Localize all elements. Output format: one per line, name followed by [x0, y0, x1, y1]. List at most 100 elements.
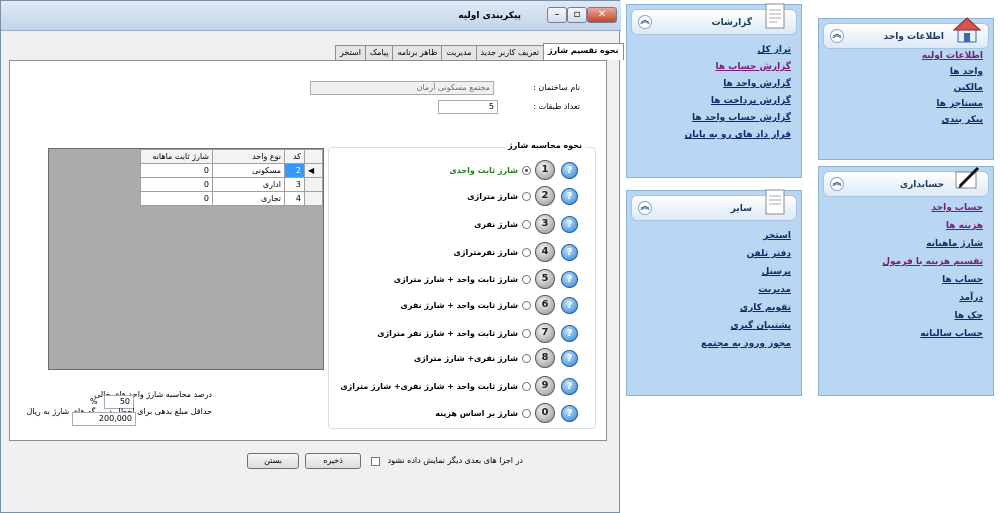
- option-radio[interactable]: [522, 274, 531, 284]
- other-panel-title: سایر: [730, 204, 752, 214]
- accounting-panel-header[interactable]: حسابداری ︽: [823, 166, 989, 197]
- option-radio[interactable]: [522, 191, 531, 201]
- unit-info-panel-header[interactable]: اطلاعات واحد ︽: [823, 17, 989, 49]
- option-number-badge: 8: [535, 348, 555, 368]
- tab-new-user[interactable]: تعریف کاربر جدید: [475, 45, 544, 60]
- charge-option-3[interactable]: ? 3 شارژ نفری: [474, 213, 578, 235]
- nav-link[interactable]: مالکین: [954, 83, 983, 93]
- nav-link[interactable]: مستاجر ها: [936, 99, 983, 109]
- option-label: شارژ ثابت واحدی: [449, 165, 518, 175]
- nav-link[interactable]: چک ها: [955, 311, 983, 321]
- nav-link[interactable]: گزارش پرداخت ها: [711, 96, 791, 106]
- option-label: شارژ ثابت واحد + شارژ نفری: [400, 300, 518, 310]
- reports-panel: گزارشات ︽ تراز کل گزارش حساب ها گزارش واحد…: [626, 3, 802, 178]
- option-radio[interactable]: [522, 353, 531, 363]
- close-window-button[interactable]: ✕: [587, 7, 617, 23]
- nav-link[interactable]: هزینه ها: [946, 221, 983, 231]
- option-label: شارژ بر اساس هزینه: [435, 408, 518, 418]
- nav-link[interactable]: گزارش واحد ها: [723, 79, 791, 89]
- minimize-button[interactable]: –: [547, 7, 567, 23]
- help-icon[interactable]: ?: [561, 187, 578, 205]
- nav-link[interactable]: قرار داد های رو به پایان: [685, 130, 791, 140]
- option-number-badge: 3: [535, 214, 555, 234]
- option-number-badge: 4: [535, 242, 555, 262]
- option-label: شارژ نفرمتراژی: [453, 247, 518, 257]
- tab-sms[interactable]: پیامک: [364, 45, 394, 60]
- help-icon[interactable]: ?: [561, 377, 578, 395]
- charge-option-4[interactable]: ? 4 شارژ نفرمتراژی: [454, 241, 578, 263]
- reports-panel-title: گزارشات: [711, 18, 752, 28]
- nav-link[interactable]: شارژ ماهیانه: [926, 239, 983, 249]
- tab-appearance[interactable]: ظاهر برنامه: [392, 45, 443, 60]
- nav-link[interactable]: واحد ها: [950, 67, 983, 77]
- nav-link[interactable]: پرسنل: [761, 267, 791, 277]
- collapse-chevron-icon[interactable]: ︽: [638, 201, 652, 215]
- charge-option-8[interactable]: ? 8 شارژ نفری+ شارژ متراژی: [414, 347, 578, 369]
- reports-panel-header[interactable]: گزارشات ︽: [631, 3, 797, 35]
- nav-link[interactable]: دفتر تلفن: [746, 249, 791, 259]
- help-icon[interactable]: ?: [561, 270, 578, 288]
- option-label: شارژ ثابت واحد + شارژ نفری+ شارژ متراژی: [340, 381, 518, 391]
- nav-link[interactable]: اطلاعات اولیه: [922, 51, 983, 61]
- tab-pool[interactable]: استخر: [335, 45, 366, 60]
- close-button[interactable]: بستن: [247, 453, 299, 469]
- charge-option-1[interactable]: ? 1 شارژ ثابت واحدی: [449, 159, 578, 181]
- collapse-chevron-icon[interactable]: ︽: [638, 15, 652, 29]
- collapse-chevron-icon[interactable]: ︽: [830, 177, 844, 191]
- nav-link[interactable]: حساب واحد: [931, 203, 983, 213]
- help-icon[interactable]: ?: [561, 296, 578, 314]
- home-icon: [952, 17, 982, 43]
- tab-charge-division[interactable]: نحوه تقسیم شارژ: [542, 43, 624, 60]
- report-document-icon: [765, 3, 785, 29]
- dont-show-checkbox[interactable]: [371, 457, 380, 466]
- charge-option-9[interactable]: ? 9 شارژ ثابت واحد + شارژ نفری+ شارژ متراژ…: [340, 375, 578, 397]
- option-radio[interactable]: [522, 219, 531, 229]
- nav-link[interactable]: مجوز ورود به مجتمع: [701, 339, 791, 349]
- option-label: شارژ ثابت واحد + شارژ متراژی: [393, 274, 518, 284]
- help-icon[interactable]: ?: [561, 324, 578, 342]
- option-radio[interactable]: [522, 165, 531, 175]
- charge-option-7[interactable]: ? 7 شارژ ثابت واحد + شارژ نفر متراژی: [377, 322, 578, 344]
- nav-link[interactable]: پشتیبان گیری: [730, 321, 791, 331]
- option-number-badge: 6: [535, 295, 555, 315]
- maximize-button[interactable]: ▫: [567, 7, 587, 23]
- help-icon[interactable]: ?: [561, 215, 578, 233]
- nav-link[interactable]: استخر: [763, 231, 791, 241]
- help-icon[interactable]: ?: [561, 404, 578, 422]
- charge-option-6[interactable]: ? 6 شارژ ثابت واحد + شارژ نفری: [401, 294, 578, 316]
- option-radio[interactable]: [522, 247, 531, 257]
- nav-link[interactable]: درآمد: [959, 293, 983, 303]
- option-radio[interactable]: [522, 381, 531, 391]
- nav-link[interactable]: تراز کل: [757, 45, 791, 55]
- option-radio[interactable]: [522, 328, 531, 338]
- nav-link[interactable]: تقویم کاری: [740, 303, 791, 313]
- option-label: شارژ متراژی: [467, 191, 518, 201]
- charge-option-5[interactable]: ? 5 شارژ ثابت واحد + شارژ متراژی: [394, 268, 578, 290]
- option-radio[interactable]: [522, 300, 531, 310]
- option-number-badge: 2: [535, 186, 555, 206]
- save-button[interactable]: ذخیره: [305, 453, 361, 469]
- title-bar: پیکربندی اولیه – ▫ ✕: [1, 1, 621, 31]
- nav-link[interactable]: حساب ها: [942, 275, 983, 285]
- tab-management[interactable]: مدیریت: [441, 45, 477, 60]
- other-panel: سایر ︽ استخر دفتر تلفن پرسنل مدیریت تقویم کا…: [626, 189, 802, 396]
- nav-link[interactable]: حساب سالیانه: [920, 329, 983, 339]
- option-radio[interactable]: [522, 408, 531, 418]
- option-label: شارژ ثابت واحد + شارژ نفر متراژی: [377, 328, 518, 338]
- collapse-chevron-icon[interactable]: ︽: [830, 29, 844, 43]
- charge-option-0[interactable]: ? 0 شارژ بر اساس هزینه: [435, 402, 578, 424]
- charge-option-2[interactable]: ? 2 شارژ متراژی: [467, 185, 578, 207]
- nav-link[interactable]: پیکر بندی: [941, 115, 983, 125]
- option-number-badge: 7: [535, 323, 555, 343]
- help-icon[interactable]: ?: [561, 243, 578, 261]
- nav-link[interactable]: گزارش حساب ها: [716, 62, 791, 72]
- help-icon[interactable]: ?: [561, 349, 578, 367]
- nav-link[interactable]: مدیریت: [758, 285, 791, 295]
- other-panel-header[interactable]: سایر ︽: [631, 189, 797, 221]
- option-number-badge: 1: [535, 160, 555, 180]
- nav-link[interactable]: تقسیم هزینه با فرمول: [882, 257, 983, 267]
- nav-link[interactable]: گزارش حساب واحد ها: [692, 113, 791, 123]
- help-icon[interactable]: ?: [561, 161, 578, 179]
- option-number-badge: 5: [535, 269, 555, 289]
- reports-links: تراز کل گزارش حساب ها گزارش واحد ها گزارش پ…: [685, 45, 791, 147]
